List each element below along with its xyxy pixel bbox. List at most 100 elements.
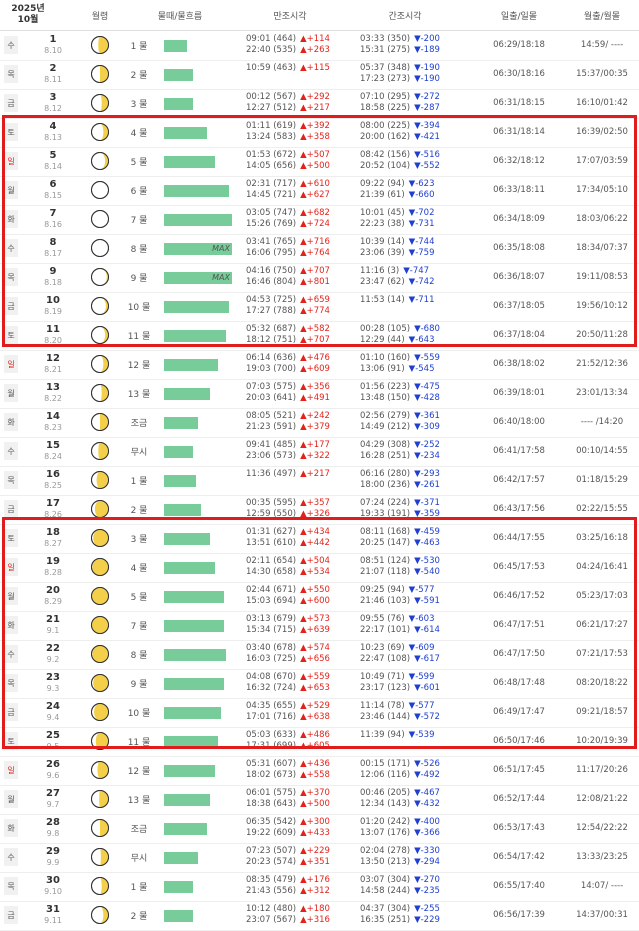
current-strength-bar	[164, 765, 215, 777]
tide-time: 09:41 (485)	[246, 440, 297, 450]
high-tide-times-line: 22:40 (535) ▲+263	[246, 45, 330, 56]
moon-phase-icon	[90, 760, 110, 780]
tide-time: 03:07 (304)	[360, 875, 411, 885]
tide-time: 07:03 (575)	[246, 382, 297, 392]
moon-phase-icon	[90, 847, 110, 867]
tide-time: 01:56 (223)	[360, 382, 411, 392]
moon-phase-icon	[90, 789, 110, 809]
moon-phase-icon	[90, 499, 110, 519]
weekday-badge: 일	[4, 355, 18, 373]
sunrise-sunset: 06:42/17:57	[493, 475, 545, 485]
date-cell: 28 9.8	[24, 817, 82, 839]
header-moon-phase: 월령	[91, 11, 109, 22]
tide-time: 20:23 (574)	[246, 857, 297, 867]
current-strength-bar	[164, 823, 207, 835]
moonrise-moonset: 00:10/14:55	[576, 446, 628, 456]
date-cell: 16 8.25	[24, 469, 82, 491]
date-cell: 15 8.24	[24, 440, 82, 462]
tide-time: 06:01 (575)	[246, 788, 297, 798]
solar-date: 31	[46, 904, 60, 915]
high-tide-times: 09:41 (485) ▲+177 23:06 (573) ▲+322	[246, 440, 330, 462]
mul-label: 무시	[130, 448, 148, 458]
tide-change: ▲+316	[300, 915, 330, 925]
tide-change: ▲+180	[300, 904, 330, 914]
tide-change: ▼-255	[414, 904, 440, 914]
mul-label: 12 물	[127, 767, 151, 777]
moonrise-moonset: 14:37/00:31	[576, 910, 628, 920]
low-tide-times-line: 18:00 (236) ▼-261	[360, 480, 440, 491]
high-tide-times-line: 09:01 (464) ▲+114	[246, 34, 330, 45]
current-strength-bar	[164, 69, 193, 81]
mul-label: 13 물	[127, 390, 151, 400]
tide-time: 13:50 (213)	[360, 857, 411, 867]
tide-change: ▼-492	[414, 770, 440, 780]
high-tide-times-line: 06:14 (636) ▲+476	[246, 353, 330, 364]
mul-label: 1 물	[130, 477, 148, 487]
tide-change: ▼-366	[414, 828, 440, 838]
low-tide-times-line: 15:31 (275) ▼-189	[360, 45, 440, 56]
high-tide-times-line: 00:35 (595) ▲+357	[246, 498, 330, 509]
mul-label: 2 물	[130, 506, 148, 516]
moon-phase-icon	[90, 93, 110, 113]
tide-time: 12:34 (143)	[360, 799, 411, 809]
weekday-badge: 목	[4, 471, 18, 489]
tide-time: 17:23 (273)	[360, 74, 411, 84]
highlight-box-2	[2, 517, 637, 749]
tide-time: 07:23 (507)	[246, 846, 297, 856]
tide-time: 13:07 (176)	[360, 828, 411, 838]
tide-change: ▼-270	[414, 875, 440, 885]
tide-time: 00:35 (595)	[246, 498, 297, 508]
date-cell: 2 8.11	[24, 63, 82, 85]
weekday-badge: 수	[4, 848, 18, 866]
low-tide-times: 04:29 (308) ▼-252 16:28 (251) ▼-234	[360, 440, 440, 462]
low-tide-times: 04:37 (304) ▼-255 16:35 (251) ▼-229	[360, 904, 440, 926]
tide-time: 02:04 (278)	[360, 846, 411, 856]
mul-label: 2 물	[130, 912, 148, 922]
moon-phase-icon	[90, 905, 110, 925]
high-tide-times: 10:12 (480) ▲+180 23:07 (567) ▲+316	[246, 904, 330, 926]
tide-change: ▼-361	[414, 411, 440, 421]
tide-time: 09:01 (464)	[246, 34, 297, 44]
moon-phase-icon	[90, 35, 110, 55]
tide-change: ▼-545	[408, 364, 435, 374]
sunrise-sunset: 06:53/17:43	[493, 823, 545, 833]
tide-time: 21:43 (556)	[246, 886, 297, 896]
low-tide-times: 00:46 (205) ▼-467 12:34 (143) ▼-432	[360, 788, 440, 810]
tide-change: ▼-189	[414, 45, 440, 55]
solar-date: 2	[49, 63, 57, 74]
tide-time: 00:15 (171)	[360, 759, 411, 769]
low-tide-times-line: 02:56 (279) ▼-361	[360, 411, 440, 422]
table-row: 목 2 8.11 2 물 10:59 (463) ▲+115 05:37 (348) ▼-19…	[0, 60, 639, 90]
high-tide-times: 05:31 (607) ▲+436 18:02 (673) ▲+558	[246, 759, 330, 781]
tide-time: 18:00 (236)	[360, 480, 411, 490]
tide-change: ▼-432	[414, 799, 440, 809]
solar-date: 15	[46, 440, 60, 451]
tide-change: ▼-261	[414, 480, 440, 490]
mul-label: 조금	[130, 825, 148, 835]
tide-change: ▲+114	[300, 34, 330, 44]
current-strength-bar	[164, 359, 218, 371]
tide-time: 23:06 (573)	[246, 451, 297, 461]
solar-date: 14	[46, 411, 60, 422]
low-tide-times: 07:10 (295) ▼-272 18:58 (225) ▼-287	[360, 92, 440, 114]
low-tide-times: 01:56 (223) ▼-475 13:48 (150) ▼-428	[360, 382, 440, 404]
date-cell: 31 9.11	[24, 904, 82, 926]
highlight-box-1	[2, 115, 637, 347]
tide-time: 06:35 (542)	[246, 817, 297, 827]
low-tide-times-line: 12:06 (116) ▼-492	[360, 770, 440, 781]
tide-time: 06:16 (280)	[360, 469, 411, 479]
low-tide-times-line: 12:34 (143) ▼-432	[360, 799, 440, 810]
date-cell: 29 9.9	[24, 846, 82, 868]
tide-time: 14:58 (244)	[360, 886, 411, 896]
tide-time: 10:59 (463)	[246, 63, 297, 73]
lunar-date: 8.10	[44, 46, 62, 55]
tide-change: ▲+229	[300, 846, 330, 856]
tide-change: ▲+500	[300, 799, 330, 809]
table-row: 목 16 8.25 1 물 11:36 (497) ▲+217 06:16 (280) ▼-2…	[0, 466, 639, 496]
tide-time: 22:40 (535)	[246, 45, 297, 55]
high-tide-times-line: 12:27 (512) ▲+217	[246, 103, 330, 114]
date-cell: 3 8.12	[24, 92, 82, 114]
tide-change: ▼-287	[414, 103, 440, 113]
table-row: 월 13 8.22 13 물 07:03 (575) ▲+356 20:03 (641) ▲+…	[0, 379, 639, 409]
mul-label: 1 물	[130, 42, 148, 52]
